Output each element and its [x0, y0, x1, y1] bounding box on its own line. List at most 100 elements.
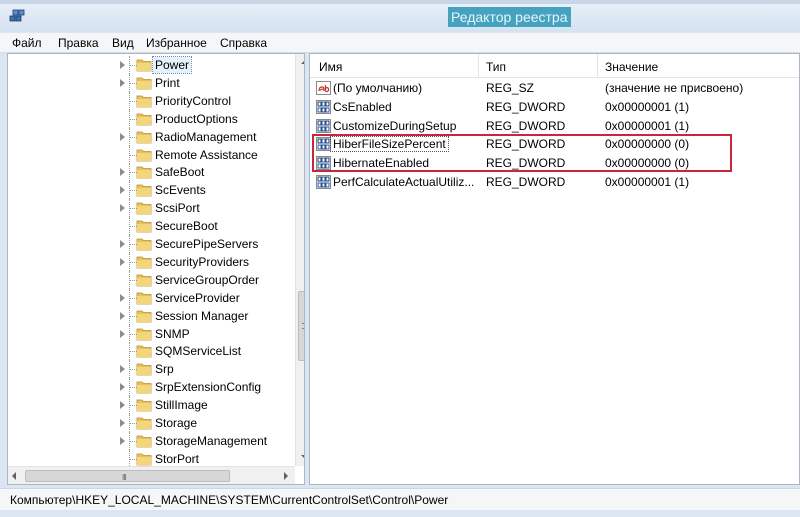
- folder-icon: [136, 292, 152, 305]
- scroll-up-icon[interactable]: [301, 60, 304, 64]
- grip-icon: III: [122, 473, 127, 482]
- tree-item[interactable]: SQMServiceList: [8, 342, 288, 361]
- tree-hscroll-thumb[interactable]: III: [25, 470, 230, 482]
- expand-arrow-icon[interactable]: [120, 168, 125, 177]
- tree-item[interactable]: SafeBoot: [8, 163, 288, 182]
- tree-item-label: SecurityProviders: [155, 254, 250, 269]
- tree-item[interactable]: ScEvents: [8, 181, 288, 200]
- value-row[interactable]: PerfCalculateActualUtiliz... REG_DWORD 0x0…: [310, 173, 799, 192]
- folder-icon: [136, 328, 152, 340]
- folder-icon: [136, 453, 152, 466]
- tree-item-label: ServiceGroupOrder: [155, 272, 260, 287]
- tree-item[interactable]: SrpExtensionConfig: [8, 378, 288, 397]
- tree-item[interactable]: Storage: [8, 414, 288, 432]
- value-row[interactable]: (По умолчанию) REG_SZ (значение не присвое…: [310, 79, 799, 98]
- tree-item[interactable]: ServiceGroupOrder: [8, 270, 288, 289]
- tree-item-label: ServiceProvider: [155, 290, 240, 305]
- menu-edit[interactable]: Правка: [58, 36, 99, 50]
- value-row[interactable]: CsEnabled REG_DWORD 0x00000001 (1): [310, 98, 799, 117]
- folder-icon: [136, 220, 152, 233]
- tree-horizontal-scrollbar[interactable]: III: [8, 466, 295, 484]
- regedit-icon[interactable]: [8, 7, 26, 25]
- folder-icon: [136, 256, 152, 269]
- value-name: PerfCalculateActualUtiliz...: [333, 175, 475, 189]
- expand-arrow-icon[interactable]: [120, 132, 125, 141]
- value-type: REG_DWORD: [486, 99, 566, 114]
- tree-item-label: SafeBoot: [155, 165, 205, 180]
- tree-item[interactable]: Session Manager: [8, 306, 288, 325]
- tree-item[interactable]: PriorityControl: [8, 91, 288, 110]
- tree-item[interactable]: SecurePipeServers: [8, 235, 288, 253]
- expand-arrow-icon[interactable]: [120, 365, 125, 374]
- top-strip: [0, 0, 800, 4]
- scroll-right-icon[interactable]: [284, 472, 288, 480]
- tree-item[interactable]: ServiceProvider: [8, 288, 288, 307]
- tree-item-label: PriorityControl: [155, 93, 232, 108]
- tree-item[interactable]: Remote Assistance: [8, 145, 288, 164]
- expand-arrow-icon[interactable]: [120, 436, 125, 445]
- highlight-annotation: [312, 134, 732, 172]
- folder-icon: [136, 77, 152, 90]
- tree-item[interactable]: StorageManagement: [8, 431, 288, 450]
- value-name: CustomizeDuringSetup: [333, 118, 457, 133]
- folder-icon: [136, 95, 152, 108]
- tree-item[interactable]: SecurityProviders: [8, 252, 288, 271]
- tree-item-label: ProductOptions: [155, 111, 238, 126]
- expand-arrow-icon[interactable]: [120, 78, 125, 87]
- menu-favorites[interactable]: Избранное: [146, 36, 207, 50]
- value-row[interactable]: CustomizeDuringSetup REG_DWORD 0x00000001 …: [310, 117, 799, 136]
- expand-arrow-icon[interactable]: [120, 419, 125, 427]
- value-data: 0x00000001 (1): [605, 118, 690, 133]
- expand-arrow-icon[interactable]: [120, 293, 125, 302]
- folder-icon: [136, 238, 152, 251]
- values-list[interactable]: Имя Тип Значение (По умолчанию) REG_SZ (зн…: [309, 53, 800, 485]
- tree-item-label: StorPort: [155, 451, 200, 466]
- expand-arrow-icon[interactable]: [120, 401, 125, 410]
- expand-arrow-icon[interactable]: [120, 257, 125, 266]
- tree-item[interactable]: StillImage: [8, 396, 288, 415]
- tree-item[interactable]: SNMP: [8, 324, 288, 343]
- key-tree[interactable]: Power Print PriorityControl ProductOptions R…: [7, 53, 305, 485]
- window-bottom-border: [0, 510, 800, 517]
- expand-arrow-icon[interactable]: [120, 329, 125, 338]
- binary-value-icon: [316, 99, 331, 114]
- tree-vscroll-thumb[interactable]: [298, 291, 304, 361]
- menu-view[interactable]: Вид: [112, 36, 134, 50]
- tree-item[interactable]: ScsiPort: [8, 199, 288, 218]
- folder-icon: [136, 149, 152, 161]
- value-type: REG_DWORD: [486, 175, 566, 189]
- menu-file[interactable]: Файл: [12, 36, 42, 50]
- expand-arrow-icon[interactable]: [120, 186, 125, 195]
- folder-icon: [136, 274, 152, 287]
- tree-item[interactable]: Srp: [8, 360, 288, 379]
- tree-item-label: Power: [151, 56, 193, 74]
- tree-item-label: StorageManagement: [155, 433, 268, 448]
- column-name[interactable]: Имя: [319, 60, 342, 74]
- folder-icon: [136, 310, 152, 322]
- tree-vertical-scrollbar[interactable]: [295, 54, 304, 466]
- expand-arrow-icon[interactable]: [120, 240, 125, 248]
- menu-help[interactable]: Справка: [220, 36, 267, 50]
- tree-item[interactable]: Print: [8, 73, 288, 92]
- expand-arrow-icon[interactable]: [120, 204, 125, 213]
- tree-item[interactable]: RadioManagement: [8, 127, 288, 146]
- column-data[interactable]: Значение: [605, 60, 658, 74]
- tree-item[interactable]: Power: [8, 56, 288, 74]
- column-divider[interactable]: [478, 54, 479, 78]
- tree-item-label: Storage: [155, 416, 198, 430]
- expand-arrow-icon[interactable]: [120, 61, 125, 69]
- tree-item[interactable]: ProductOptions: [8, 109, 288, 128]
- tree-item[interactable]: SecureBoot: [8, 217, 288, 236]
- window-title: Редактор реестра: [448, 7, 571, 27]
- column-divider[interactable]: [597, 54, 598, 78]
- expand-arrow-icon[interactable]: [120, 383, 125, 392]
- folder-icon: [136, 417, 152, 430]
- expand-arrow-icon[interactable]: [120, 311, 125, 320]
- scroll-left-icon[interactable]: [12, 472, 16, 480]
- column-type[interactable]: Тип: [486, 60, 506, 74]
- tree-item-label: Srp: [155, 362, 174, 377]
- folder-icon: [136, 381, 152, 394]
- folder-icon: [136, 59, 152, 72]
- tree-item-label: StillImage: [155, 398, 208, 413]
- scroll-down-icon[interactable]: [301, 455, 304, 459]
